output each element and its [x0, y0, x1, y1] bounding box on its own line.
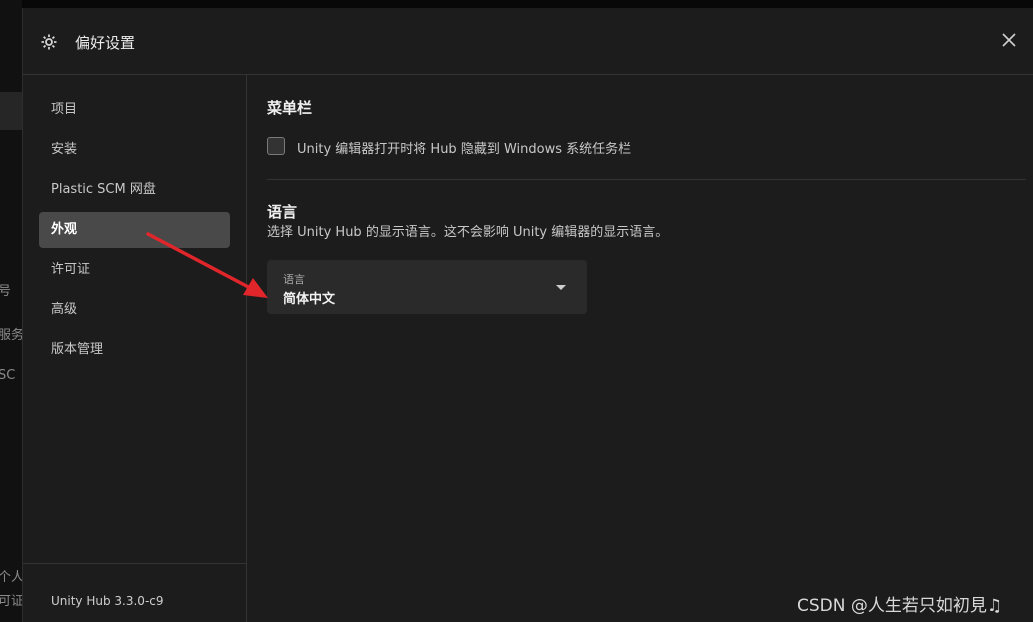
sidebar-footer: Unity Hub 3.3.0-c9	[23, 563, 246, 622]
language-section-title: 语言	[267, 203, 298, 221]
sidebar-item-advanced[interactable]: 高级	[39, 292, 230, 328]
language-select-value: 简体中文	[283, 292, 336, 307]
gear-icon	[41, 34, 57, 50]
background-text-fragment: 服务	[0, 328, 22, 343]
sidebar-item-appearance[interactable]: 外观	[39, 212, 230, 248]
hide-to-tray-checkbox[interactable]	[267, 137, 285, 155]
preferences-dialog: 偏好设置 项目 安装 Plastic SCM 网盘 外观 许可证 高级 版本管理…	[22, 8, 1033, 622]
screen: 号 服务 SC 个人 可证 偏好设置 项目 安装 Plastic SCM 网盘 …	[0, 0, 1033, 622]
version-label: Unity Hub 3.3.0-c9	[51, 594, 164, 608]
hide-to-tray-label[interactable]: Unity 编辑器打开时将 Hub 隐藏到 Windows 系统任务栏	[297, 138, 631, 157]
csdn-watermark: CSDN @人生若只如初見♫	[797, 596, 1003, 616]
sidebar-item-version-control[interactable]: 版本管理	[39, 332, 230, 368]
background-text-fragment: 号	[0, 284, 12, 299]
sidebar-item-installs[interactable]: 安装	[39, 132, 230, 168]
sidebar-item-plastic-scm[interactable]: Plastic SCM 网盘	[39, 172, 230, 208]
background-topbar	[0, 0, 1033, 8]
language-select[interactable]: 语言 简体中文	[267, 260, 587, 314]
preferences-content: 菜单栏 Unity 编辑器打开时将 Hub 隐藏到 Windows 系统任务栏 …	[247, 75, 1033, 622]
background-text-fragment: SC	[0, 368, 16, 383]
background-app: 号 服务 SC 个人 可证	[0, 0, 22, 622]
dialog-header: 偏好设置	[23, 8, 1033, 75]
dialog-title: 偏好设置	[75, 34, 136, 52]
background-selected-item	[0, 92, 22, 130]
close-icon[interactable]	[997, 28, 1021, 52]
background-text-fragment: 可证	[0, 594, 22, 609]
language-description: 选择 Unity Hub 的显示语言。这不会影响 Unity 编辑器的显示语言。	[267, 225, 669, 240]
chevron-down-icon	[556, 285, 566, 290]
preferences-sidebar: 项目 安装 Plastic SCM 网盘 外观 许可证 高级 版本管理 Unit…	[23, 75, 247, 622]
sidebar-item-licenses[interactable]: 许可证	[39, 252, 230, 288]
language-select-label: 语言	[283, 273, 305, 286]
background-text-fragment: 个人	[0, 570, 22, 585]
menubar-section-title: 菜单栏	[267, 99, 313, 117]
sidebar-item-projects[interactable]: 项目	[39, 92, 230, 128]
section-divider	[267, 179, 1026, 180]
